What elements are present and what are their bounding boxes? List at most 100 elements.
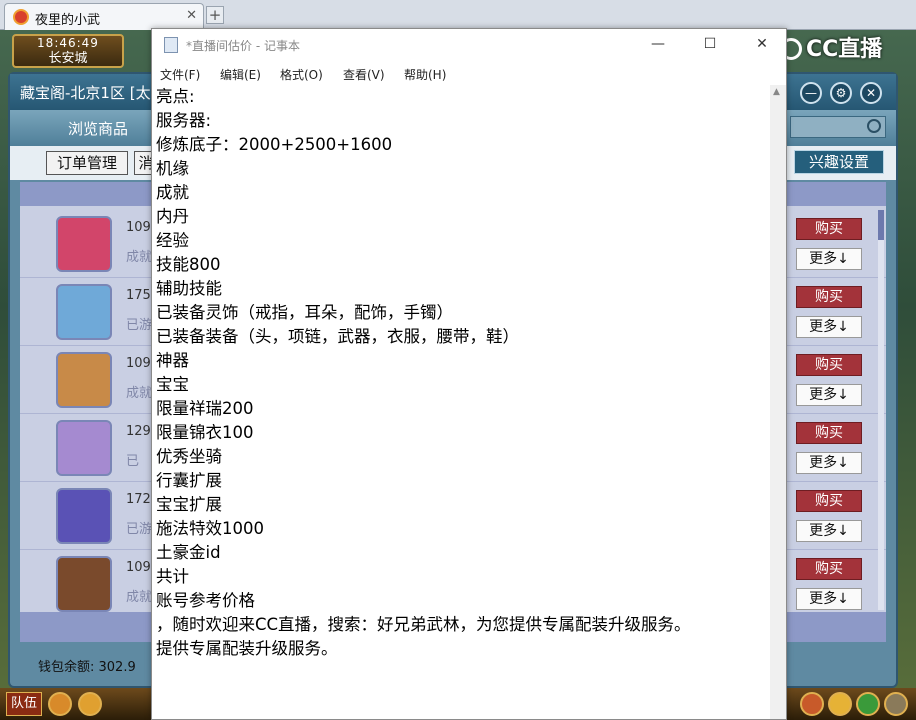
item-price: 172 — [126, 492, 151, 507]
character-avatar[interactable] — [56, 488, 112, 544]
text-line: 提供专属配装升级服务。 — [156, 639, 338, 658]
item-status: 成就 — [126, 386, 153, 401]
more-button[interactable]: 更多↓ — [796, 248, 862, 270]
text-line: 机缘 — [156, 159, 189, 178]
more-button[interactable]: 更多↓ — [796, 384, 862, 406]
new-tab-button[interactable]: + — [206, 6, 224, 24]
wallet-balance: 钱包余额: 302.9 — [38, 660, 136, 675]
maximize-button[interactable]: ☐ — [698, 33, 722, 55]
smiley-icon[interactable] — [828, 692, 852, 716]
text-line: 限量锦衣100 — [156, 423, 254, 442]
menu-help[interactable]: 帮助(H) — [404, 66, 446, 83]
system-icon[interactable] — [884, 692, 908, 716]
character-avatar[interactable] — [56, 284, 112, 340]
text-line: 技能800 — [156, 255, 221, 274]
settings-gear-icon[interactable]: ⚙ — [830, 82, 852, 104]
more-button[interactable]: 更多↓ — [796, 588, 862, 610]
item-status: 已游 — [126, 318, 153, 333]
notepad-titlebar: *直播间估价 - 记事本 — ☐ ✕ — [152, 29, 786, 61]
character-avatar[interactable] — [56, 216, 112, 272]
menu-view[interactable]: 查看(V) — [343, 66, 385, 83]
minimize-button[interactable]: — — [646, 33, 670, 55]
notepad-icon — [164, 37, 178, 53]
scroll-up-arrow-icon[interactable]: ▲ — [773, 87, 780, 97]
buy-button[interactable]: 购买 — [796, 490, 862, 512]
text-line: 施法特效1000 — [156, 519, 264, 538]
stream-logo: CC直播 — [780, 34, 896, 66]
close-tab-icon[interactable]: ✕ — [186, 8, 197, 23]
more-button[interactable]: 更多↓ — [796, 452, 862, 474]
item-price: 129 — [126, 424, 151, 439]
text-line: 辅助技能 — [156, 279, 222, 298]
microphone-icon[interactable] — [48, 692, 72, 716]
text-line: 亮点: — [156, 87, 195, 106]
character-avatar[interactable] — [56, 556, 112, 612]
item-price: 109 — [126, 220, 151, 235]
character-avatar[interactable] — [56, 420, 112, 476]
notepad-text-area[interactable]: 亮点: 服务器: 修炼底子：2000+2500+1600 机缘成就内丹经验技能800 辅… — [156, 85, 772, 720]
minimize-icon[interactable]: — — [800, 82, 822, 104]
buy-button[interactable]: 购买 — [796, 354, 862, 376]
text-line: 内丹 — [156, 207, 189, 226]
team-button[interactable]: 队伍 — [6, 692, 42, 716]
app-logo-icon — [13, 9, 29, 25]
text-line: 宝宝 — [156, 375, 189, 394]
location-label: 长安城 — [48, 51, 88, 66]
menu-edit[interactable]: 编辑(E) — [220, 66, 261, 83]
text-line: 经验 — [156, 231, 189, 250]
shield-icon[interactable] — [800, 692, 824, 716]
notepad-scrollbar[interactable]: ▲ — [770, 85, 786, 719]
gift-icon[interactable] — [856, 692, 880, 716]
scroll-thumb[interactable] — [878, 210, 884, 240]
text-line: 限量祥瑞200 — [156, 399, 254, 418]
text-line: 账号参考价格 — [156, 591, 255, 610]
text-line: 土豪金id — [156, 543, 221, 562]
more-button[interactable]: 更多↓ — [796, 316, 862, 338]
close-icon[interactable]: ✕ — [860, 82, 882, 104]
text-line: 已装备灵饰（戒指，耳朵，配饰，手镯） — [156, 303, 453, 322]
text-line: 神器 — [156, 351, 189, 370]
item-status: 已游 — [126, 522, 153, 537]
clock-time: 18:46:49 — [37, 36, 99, 50]
buy-button[interactable]: 购买 — [796, 218, 862, 240]
text-line: 优秀坐骑 — [156, 447, 222, 466]
text-line: 行囊扩展 — [156, 471, 222, 490]
notepad-title: *直播间估价 - 记事本 — [186, 39, 300, 53]
tab-browse-products[interactable]: 浏览商品 — [68, 118, 128, 139]
browser-tab[interactable]: 夜里的小武 ✕ — [4, 3, 204, 30]
chat-bubble-icon[interactable] — [78, 692, 102, 716]
item-price: 109 — [126, 356, 151, 371]
text-line: 已装备装备（头，项链，武器，衣服，腰带，鞋） — [156, 327, 519, 346]
buy-button[interactable]: 购买 — [796, 422, 862, 444]
tab-title: 夜里的小武 — [35, 13, 101, 28]
order-management-button[interactable]: 订单管理 — [46, 151, 128, 175]
character-avatar[interactable] — [56, 352, 112, 408]
search-input[interactable] — [790, 116, 886, 138]
notepad-window: *直播间估价 - 记事本 — ☐ ✕ 文件(F) 编辑(E) 格式(O) 查看(… — [151, 28, 787, 720]
text-line: 宝宝扩展 — [156, 495, 222, 514]
game-clock: 18:46:49 长安城 — [12, 34, 124, 68]
item-price: 175 — [126, 288, 151, 303]
browser-tab-strip: 夜里的小武 ✕ + — [0, 0, 916, 30]
text-line: 共计 — [156, 567, 189, 586]
text-line: 服务器: — [156, 111, 212, 130]
shop-title: 藏宝阁-北京1区 [太 — [20, 84, 151, 102]
item-price: 109 — [126, 560, 151, 575]
text-line: 修炼底子：2000+2500+1600 — [156, 135, 393, 154]
notepad-menubar: 文件(F) 编辑(E) 格式(O) 查看(V) 帮助(H) — [152, 63, 786, 85]
stream-logo-text: CC直播 — [806, 37, 883, 62]
buy-button[interactable]: 购买 — [796, 286, 862, 308]
menu-format[interactable]: 格式(O) — [280, 66, 323, 83]
list-scrollbar[interactable] — [878, 210, 884, 610]
close-button[interactable]: ✕ — [750, 33, 774, 55]
more-button[interactable]: 更多↓ — [796, 520, 862, 542]
text-line: ，随时欢迎来CC直播，搜索：好兄弟武林，为您提供专属配装升级服务。 — [156, 615, 691, 634]
search-icon[interactable] — [867, 119, 881, 133]
text-line: 成就 — [156, 183, 189, 202]
item-status: 成就 — [126, 250, 153, 265]
buy-button[interactable]: 购买 — [796, 558, 862, 580]
item-status: 成就 — [126, 590, 153, 605]
item-status: 已 — [126, 454, 140, 469]
menu-file[interactable]: 文件(F) — [160, 66, 200, 83]
interest-settings-button[interactable]: 兴趣设置 — [794, 150, 884, 174]
